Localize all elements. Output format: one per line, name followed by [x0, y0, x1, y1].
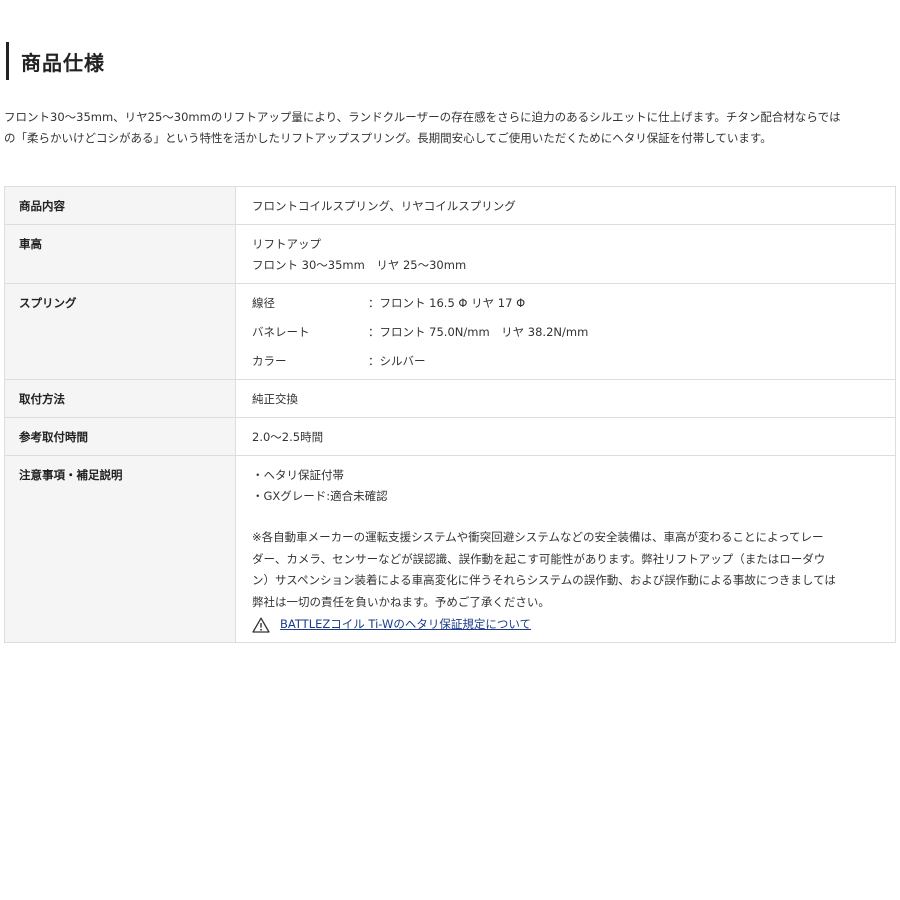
spring-key: バネレート	[252, 325, 310, 339]
table-row: 車高 リフトアップ フロント 30〜35mm リヤ 25〜30mm	[4, 224, 896, 284]
table-row: 参考取付時間 2.0〜2.5時間	[4, 417, 896, 456]
row-value: フロントコイルスプリング、リヤコイルスプリング	[235, 186, 896, 225]
table-row: 取付方法 純正交換	[4, 379, 896, 418]
table-row: 注意事項・補足説明 ・ヘタリ保証付帯 ・GXグレード:適合未確認 ※各自動車メー…	[4, 455, 896, 643]
row-label: 商品内容	[4, 186, 236, 225]
product-spec-page: 商品仕様 フロント30〜35mm、リヤ25〜30mmのリフトアップ量により、ラン…	[0, 0, 900, 900]
warranty-link-text[interactable]: BATTLEZコイル Ti-Wのヘタリ保証規定について	[280, 614, 531, 635]
notice-line: ※各自動車メーカーの運転支援システムや衝突回避システムなどの安全装備は、車高が変…	[252, 530, 824, 544]
intro-line: の「柔らかいけどコシがある」という特性を活かしたリフトアップスプリング。長期間安…	[4, 131, 772, 145]
section-title: 商品仕様	[21, 50, 105, 75]
spring-value: ：フロント 16.5 Φ リヤ 17 Φ	[368, 296, 526, 310]
warning-triangle-icon	[252, 617, 270, 633]
row-label: 取付方法	[4, 379, 236, 418]
spring-detail: バネレート ：フロント 75.0N/mm リヤ 38.2N/mm	[252, 322, 881, 351]
row-value: リフトアップ フロント 30〜35mm リヤ 25〜30mm	[235, 224, 896, 284]
table-row: 商品内容 フロントコイルスプリング、リヤコイルスプリング	[4, 186, 896, 225]
height-amount: フロント 30〜35mm リヤ 25〜30mm	[252, 258, 467, 272]
table-row: スプリング 線径 ：フロント 16.5 Φ リヤ 17 Φ バネレート ：フロン…	[4, 283, 896, 380]
warranty-link[interactable]: BATTLEZコイル Ti-Wのヘタリ保証規定について	[252, 614, 881, 635]
notice-line: 弊社は一切の責任を負いかねます。予めご了承ください。	[252, 594, 550, 609]
row-value: 純正交換	[235, 379, 896, 418]
intro-line: フロント30〜35mm、リヤ25〜30mmのリフトアップ量により、ランドクルーザ…	[4, 110, 841, 124]
safety-notice: ※各自動車メーカーの運転支援システムや衝突回避システムなどの安全装備は、車高が変…	[252, 527, 881, 613]
spring-value: ：シルバー	[368, 354, 426, 368]
spring-value: ：フロント 75.0N/mm リヤ 38.2N/mm	[368, 325, 589, 339]
row-value: 線径 ：フロント 16.5 Φ リヤ 17 Φ バネレート ：フロント 75.0…	[235, 283, 896, 380]
note-item: ・GXグレード:適合未確認	[252, 489, 388, 503]
spring-detail: 線径 ：フロント 16.5 Φ リヤ 17 Φ	[252, 293, 881, 322]
notice-line: ン）サスペンション装着による車高変化に伴うそれらシステムの誤作動、および誤作動に…	[252, 573, 836, 587]
spring-key: 線径	[252, 296, 275, 310]
row-label: スプリング	[4, 283, 236, 380]
notice-line: ダー、カメラ、センサーなどが誤認識、誤作動を起こす可能性があります。弊社リフトア…	[252, 551, 826, 566]
height-type: リフトアップ	[252, 237, 321, 251]
row-value: ・ヘタリ保証付帯 ・GXグレード:適合未確認 ※各自動車メーカーの運転支援システ…	[235, 455, 896, 643]
intro-paragraph: フロント30〜35mm、リヤ25〜30mmのリフトアップ量により、ランドクルーザ…	[4, 107, 896, 149]
spec-table: 商品内容 フロントコイルスプリング、リヤコイルスプリング 車高 リフトアップ フ…	[4, 186, 896, 643]
row-label: 参考取付時間	[4, 417, 236, 456]
row-label: 車高	[4, 224, 236, 284]
spring-key: カラー	[252, 354, 287, 368]
row-label: 注意事項・補足説明	[4, 455, 236, 643]
section-heading: 商品仕様	[6, 42, 105, 80]
note-item: ・ヘタリ保証付帯	[252, 468, 344, 482]
row-value: 2.0〜2.5時間	[235, 417, 896, 456]
spring-detail: カラー ：シルバー	[252, 351, 881, 372]
